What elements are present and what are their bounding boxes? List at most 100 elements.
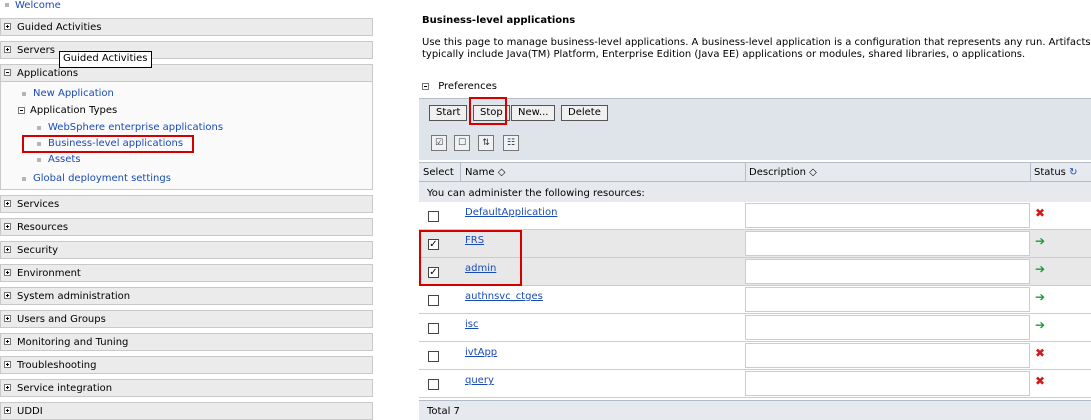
nav-section-label: Service integration xyxy=(17,383,113,394)
nav-section-applications[interactable]: Applications xyxy=(0,64,373,82)
nav-section-label: System administration xyxy=(17,291,131,302)
nav-section-label: Guided Activities xyxy=(17,22,102,33)
table-row: isc ➔ xyxy=(419,314,1091,342)
expand-icon xyxy=(4,384,11,391)
description-cell xyxy=(745,287,1030,312)
highlight-box-nav xyxy=(22,135,194,153)
table-icon-toolbar: ☑ ☐ ⇅ ☷ xyxy=(419,130,1091,160)
sort-icon[interactable]: ◇ xyxy=(809,167,817,178)
started-status-icon: ➔ xyxy=(1035,290,1046,304)
nav-section-users-and-groups[interactable]: Users and Groups xyxy=(0,310,373,328)
nav-section-services[interactable]: Services xyxy=(0,195,373,213)
column-header-select: Select xyxy=(423,167,454,178)
app-name-link[interactable]: query xyxy=(465,375,494,386)
nav-section-environment[interactable]: Environment xyxy=(0,264,373,282)
show-filter-icon[interactable]: ⇅ xyxy=(478,135,494,151)
bullet-icon xyxy=(22,92,26,96)
app-name-link[interactable]: isc xyxy=(465,319,479,330)
nav-section-guided-activities[interactable]: Guided Activities xyxy=(0,18,373,36)
expand-icon xyxy=(422,83,429,90)
nav-section-label: Security xyxy=(17,245,59,256)
nav-section-troubleshooting[interactable]: Troubleshooting xyxy=(0,356,373,374)
table-header: Select Name ◇ Description ◇ Status ↻ xyxy=(419,162,1091,182)
nav-section-security[interactable]: Security xyxy=(0,241,373,259)
description-cell xyxy=(745,259,1030,284)
preferences-label: Preferences xyxy=(438,81,498,92)
row-checkbox[interactable] xyxy=(428,295,439,306)
nav-assets-link[interactable]: Assets xyxy=(48,154,81,165)
nav-section-label: Servers xyxy=(17,45,56,56)
stopped-status-icon: ✖ xyxy=(1035,374,1046,388)
main-content: Business-level applications Use this pag… xyxy=(419,0,1091,420)
bullet-icon xyxy=(22,177,26,181)
action-toolbar: Start Stop New... Delete xyxy=(419,97,1091,131)
column-header-name[interactable]: Name ◇ xyxy=(465,167,505,178)
description-cell xyxy=(745,371,1030,396)
nav-section-label: Services xyxy=(17,199,60,210)
page-title: Business-level applications xyxy=(422,15,576,26)
highlight-box-stop xyxy=(469,97,507,125)
app-name-link[interactable]: authnsvc_ctges xyxy=(465,291,543,302)
nav-websphere-apps-link[interactable]: WebSphere enterprise applications xyxy=(48,122,223,133)
nav-section-servers[interactable]: Servers xyxy=(0,41,373,59)
nav-section-resources[interactable]: Resources xyxy=(0,218,373,236)
nav-welcome-link[interactable]: Welcome xyxy=(15,0,61,11)
delete-button[interactable]: Delete xyxy=(561,105,608,121)
nav-global-deployment-link[interactable]: Global deployment settings xyxy=(33,173,171,184)
column-divider xyxy=(1030,162,1031,182)
app-name-link[interactable]: ivtApp xyxy=(465,347,497,358)
bullet-icon xyxy=(37,126,41,130)
nav-section-service-integration[interactable]: Service integration xyxy=(0,379,373,397)
nav-section-label: Environment xyxy=(17,268,81,279)
expand-icon xyxy=(4,361,11,368)
started-status-icon: ➔ xyxy=(1035,262,1046,276)
collapse-icon[interactable] xyxy=(18,107,25,114)
nav-section-system-administration[interactable]: System administration xyxy=(0,287,373,305)
nav-section-monitoring-and-tuning[interactable]: Monitoring and Tuning xyxy=(0,333,373,351)
select-all-icon[interactable]: ☑ xyxy=(431,135,447,151)
column-divider xyxy=(745,162,746,182)
preferences-toggle[interactable]: Preferences xyxy=(422,81,497,92)
stopped-status-icon: ✖ xyxy=(1035,346,1046,360)
column-header-status[interactable]: Status ↻ xyxy=(1034,167,1077,178)
nav-application-types-label: Application Types xyxy=(30,105,118,116)
nav-section-uddi[interactable]: UDDI xyxy=(0,402,373,420)
nav-section-label: Troubleshooting xyxy=(17,360,97,371)
expand-icon xyxy=(4,407,11,414)
navigation-panel: Welcome Guided Activities Servers Applic… xyxy=(0,0,375,420)
start-button[interactable]: Start xyxy=(429,105,468,121)
nav-section-label: Users and Groups xyxy=(17,314,106,325)
total-count: Total 7 xyxy=(427,406,460,417)
bullet-icon xyxy=(37,158,41,162)
expand-icon xyxy=(4,200,11,207)
table-footer: Total 7 xyxy=(419,400,1091,420)
nav-section-label: Resources xyxy=(17,222,69,233)
nav-section-label: UDDI xyxy=(17,406,43,417)
expand-icon xyxy=(4,338,11,345)
row-checkbox[interactable] xyxy=(428,323,439,334)
expand-icon xyxy=(4,23,11,30)
new-button[interactable]: New... xyxy=(511,105,556,121)
expand-icon xyxy=(4,292,11,299)
row-checkbox[interactable] xyxy=(428,211,439,222)
app-name-link[interactable]: DefaultApplication xyxy=(465,207,557,218)
description-cell xyxy=(745,343,1030,368)
stopped-status-icon: ✖ xyxy=(1035,206,1046,220)
column-header-description[interactable]: Description ◇ xyxy=(749,167,817,178)
admin-resources-row: You can administer the following resourc… xyxy=(419,182,1091,202)
expand-icon xyxy=(4,46,11,53)
refresh-icon[interactable]: ↻ xyxy=(1069,167,1077,178)
nav-new-application-link[interactable]: New Application xyxy=(33,88,114,99)
deselect-all-icon[interactable]: ☐ xyxy=(454,135,470,151)
expand-icon xyxy=(4,315,11,322)
page-description: Use this page to manage business-level a… xyxy=(422,37,1091,60)
clear-filter-icon[interactable]: ☷ xyxy=(503,135,519,151)
row-checkbox[interactable] xyxy=(428,351,439,362)
table-row: authnsvc_ctges ➔ xyxy=(419,286,1091,314)
row-checkbox[interactable] xyxy=(428,379,439,390)
expand-icon xyxy=(4,246,11,253)
sort-icon[interactable]: ◇ xyxy=(498,167,506,178)
collapse-icon xyxy=(4,69,11,76)
started-status-icon: ➔ xyxy=(1035,318,1046,332)
description-cell xyxy=(745,315,1030,340)
